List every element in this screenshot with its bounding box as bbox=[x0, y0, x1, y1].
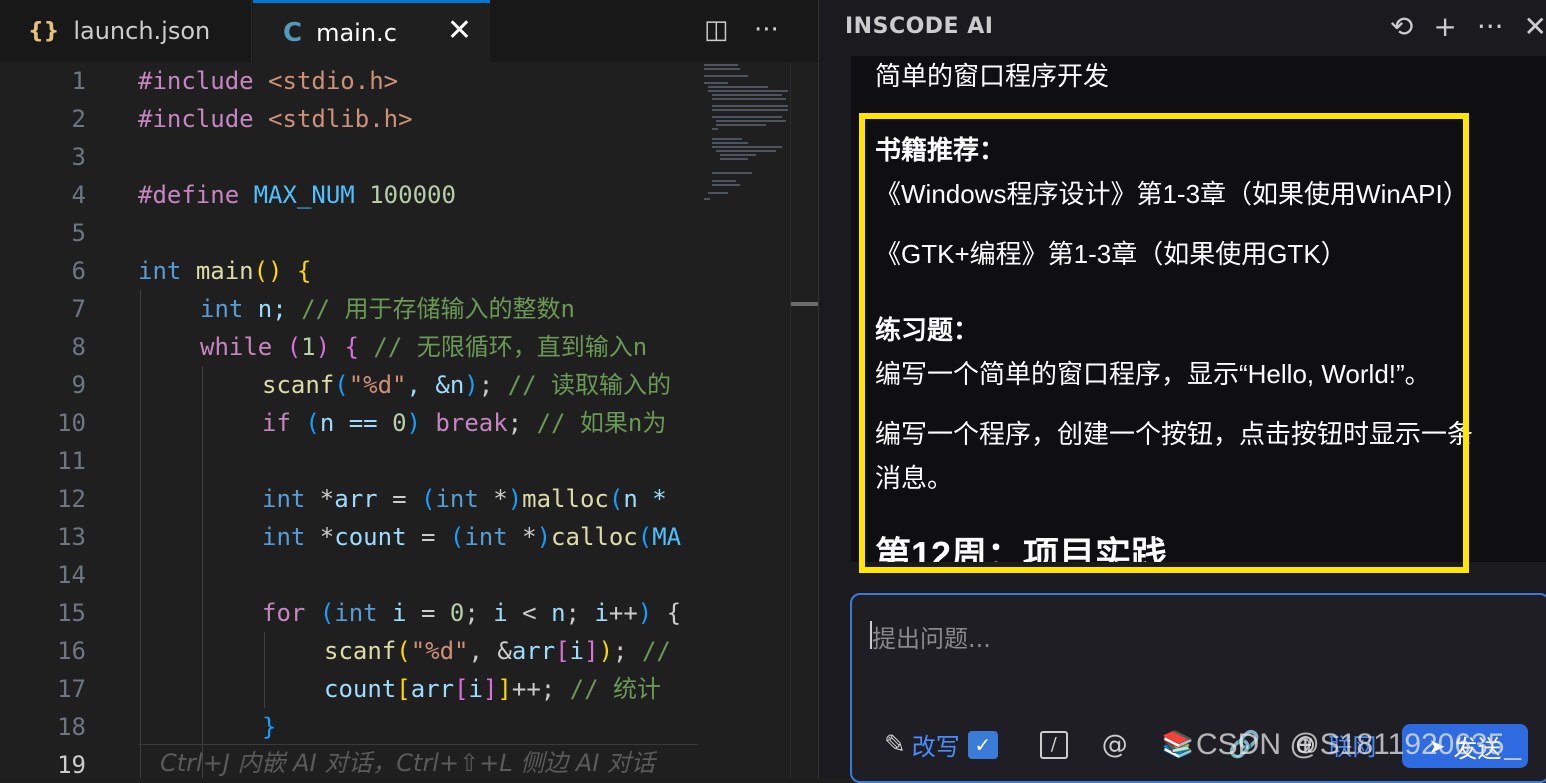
more-actions-icon[interactable]: ··· bbox=[754, 10, 779, 50]
code-line-8: while (1) { // 无限循环，直到输入n bbox=[200, 333, 648, 361]
code-line-2: #include <stdlib.h> bbox=[138, 105, 413, 133]
code-line-13: int *count = (int *)calloc(MA bbox=[262, 523, 682, 551]
line-number: 9 bbox=[71, 371, 86, 399]
line-number: 13 bbox=[57, 523, 86, 551]
editor-scrollbar[interactable] bbox=[790, 62, 819, 778]
code-line-12: int *arr = (int *)malloc(n * bbox=[262, 485, 667, 513]
tab-bar: {} launch.json C main.c ✕ ◫ ··· bbox=[0, 0, 818, 62]
code-line-1: #include <stdio.h> bbox=[138, 67, 399, 95]
line-number: 3 bbox=[71, 143, 86, 171]
indent-guide bbox=[264, 632, 265, 708]
line-number: 6 bbox=[71, 257, 86, 285]
code-line-17: count[arr[i]]++; // 统计 bbox=[324, 675, 662, 703]
more-icon[interactable]: ··· bbox=[1477, 10, 1504, 43]
line-number: 15 bbox=[57, 599, 86, 627]
code-line-16: scanf("%d", &arr[i]); // bbox=[324, 637, 671, 665]
slash-command-icon[interactable]: / bbox=[1039, 730, 1068, 759]
tab-launch-json[interactable]: {} launch.json bbox=[0, 0, 252, 62]
indent-guide bbox=[202, 366, 203, 778]
line-number: 14 bbox=[57, 561, 86, 589]
rewrite-icon[interactable]: ✎ bbox=[884, 730, 906, 760]
close-tab-icon[interactable]: ✕ bbox=[447, 13, 472, 48]
indent-guide bbox=[140, 290, 141, 778]
ai-panel-header: INSCODE AI ⟲ + ··· ✕ bbox=[819, 0, 1546, 56]
highlight-box bbox=[859, 113, 1469, 573]
history-icon[interactable]: ⟲ bbox=[1390, 10, 1413, 43]
code-area[interactable]: 1 #include <stdio.h> 2 #include <stdlib.h>… bbox=[0, 62, 698, 778]
code-editor: {} launch.json C main.c ✕ ◫ ··· 1 #includ… bbox=[0, 0, 819, 778]
line-number: 11 bbox=[57, 447, 86, 475]
line-number: 10 bbox=[57, 409, 86, 437]
c-file-icon: C bbox=[283, 17, 303, 48]
code-line-15: for (int i = 0; i < n; i++) { bbox=[262, 599, 682, 627]
csdn-watermark: CSDN @S1811920635_ bbox=[1196, 728, 1522, 761]
code-line-4: #define MAX_NUM 100000 bbox=[138, 181, 456, 209]
line-number: 4 bbox=[71, 181, 86, 209]
code-line-9: scanf("%d", &n); // 读取输入的 bbox=[262, 371, 672, 399]
line-number: 2 bbox=[71, 105, 86, 133]
code-line-7: int n; // 用于存储输入的整数n bbox=[200, 295, 575, 323]
code-line-10: if (n == 0) break; // 如果n为 bbox=[262, 409, 667, 437]
line-number: 17 bbox=[57, 675, 86, 703]
line-number: 18 bbox=[57, 713, 86, 741]
line-number: 1 bbox=[71, 67, 86, 95]
new-chat-icon[interactable]: + bbox=[1433, 10, 1456, 43]
line-number: 16 bbox=[57, 637, 86, 665]
ai-panel-title: INSCODE AI bbox=[845, 14, 994, 39]
rewrite-label[interactable]: 改写 bbox=[912, 727, 960, 762]
tab-main-c[interactable]: C main.c ✕ bbox=[253, 0, 490, 62]
line-number: 5 bbox=[71, 219, 86, 247]
inline-ai-hint: Ctrl+J 内嵌 AI 对话，Ctrl+⇧+L 侧边 AI 对话 bbox=[138, 744, 698, 778]
line-number: 12 bbox=[57, 485, 86, 513]
minimap[interactable] bbox=[698, 62, 790, 778]
scroll-thumb[interactable] bbox=[791, 302, 819, 306]
tab-label: launch.json bbox=[73, 17, 211, 45]
close-panel-icon[interactable]: ✕ bbox=[1524, 10, 1546, 43]
mention-icon[interactable]: @ bbox=[1102, 730, 1128, 760]
library-icon[interactable]: 📚 bbox=[1162, 730, 1194, 760]
line-number: 7 bbox=[71, 295, 86, 323]
json-file-icon: {} bbox=[28, 18, 60, 44]
chat-text: 简单的窗口程序开发 bbox=[875, 61, 1110, 91]
line-number: 19 bbox=[57, 751, 86, 778]
chat-input-placeholder[interactable]: 提出问题... bbox=[872, 619, 991, 654]
rewrite-checkbox[interactable]: ✓ bbox=[967, 730, 998, 759]
split-editor-icon[interactable]: ◫ bbox=[704, 10, 729, 50]
code-line-6: int main() { bbox=[138, 257, 312, 285]
line-number: 8 bbox=[71, 333, 86, 361]
tab-label: main.c bbox=[316, 18, 397, 47]
code-line-18: } bbox=[262, 713, 277, 741]
